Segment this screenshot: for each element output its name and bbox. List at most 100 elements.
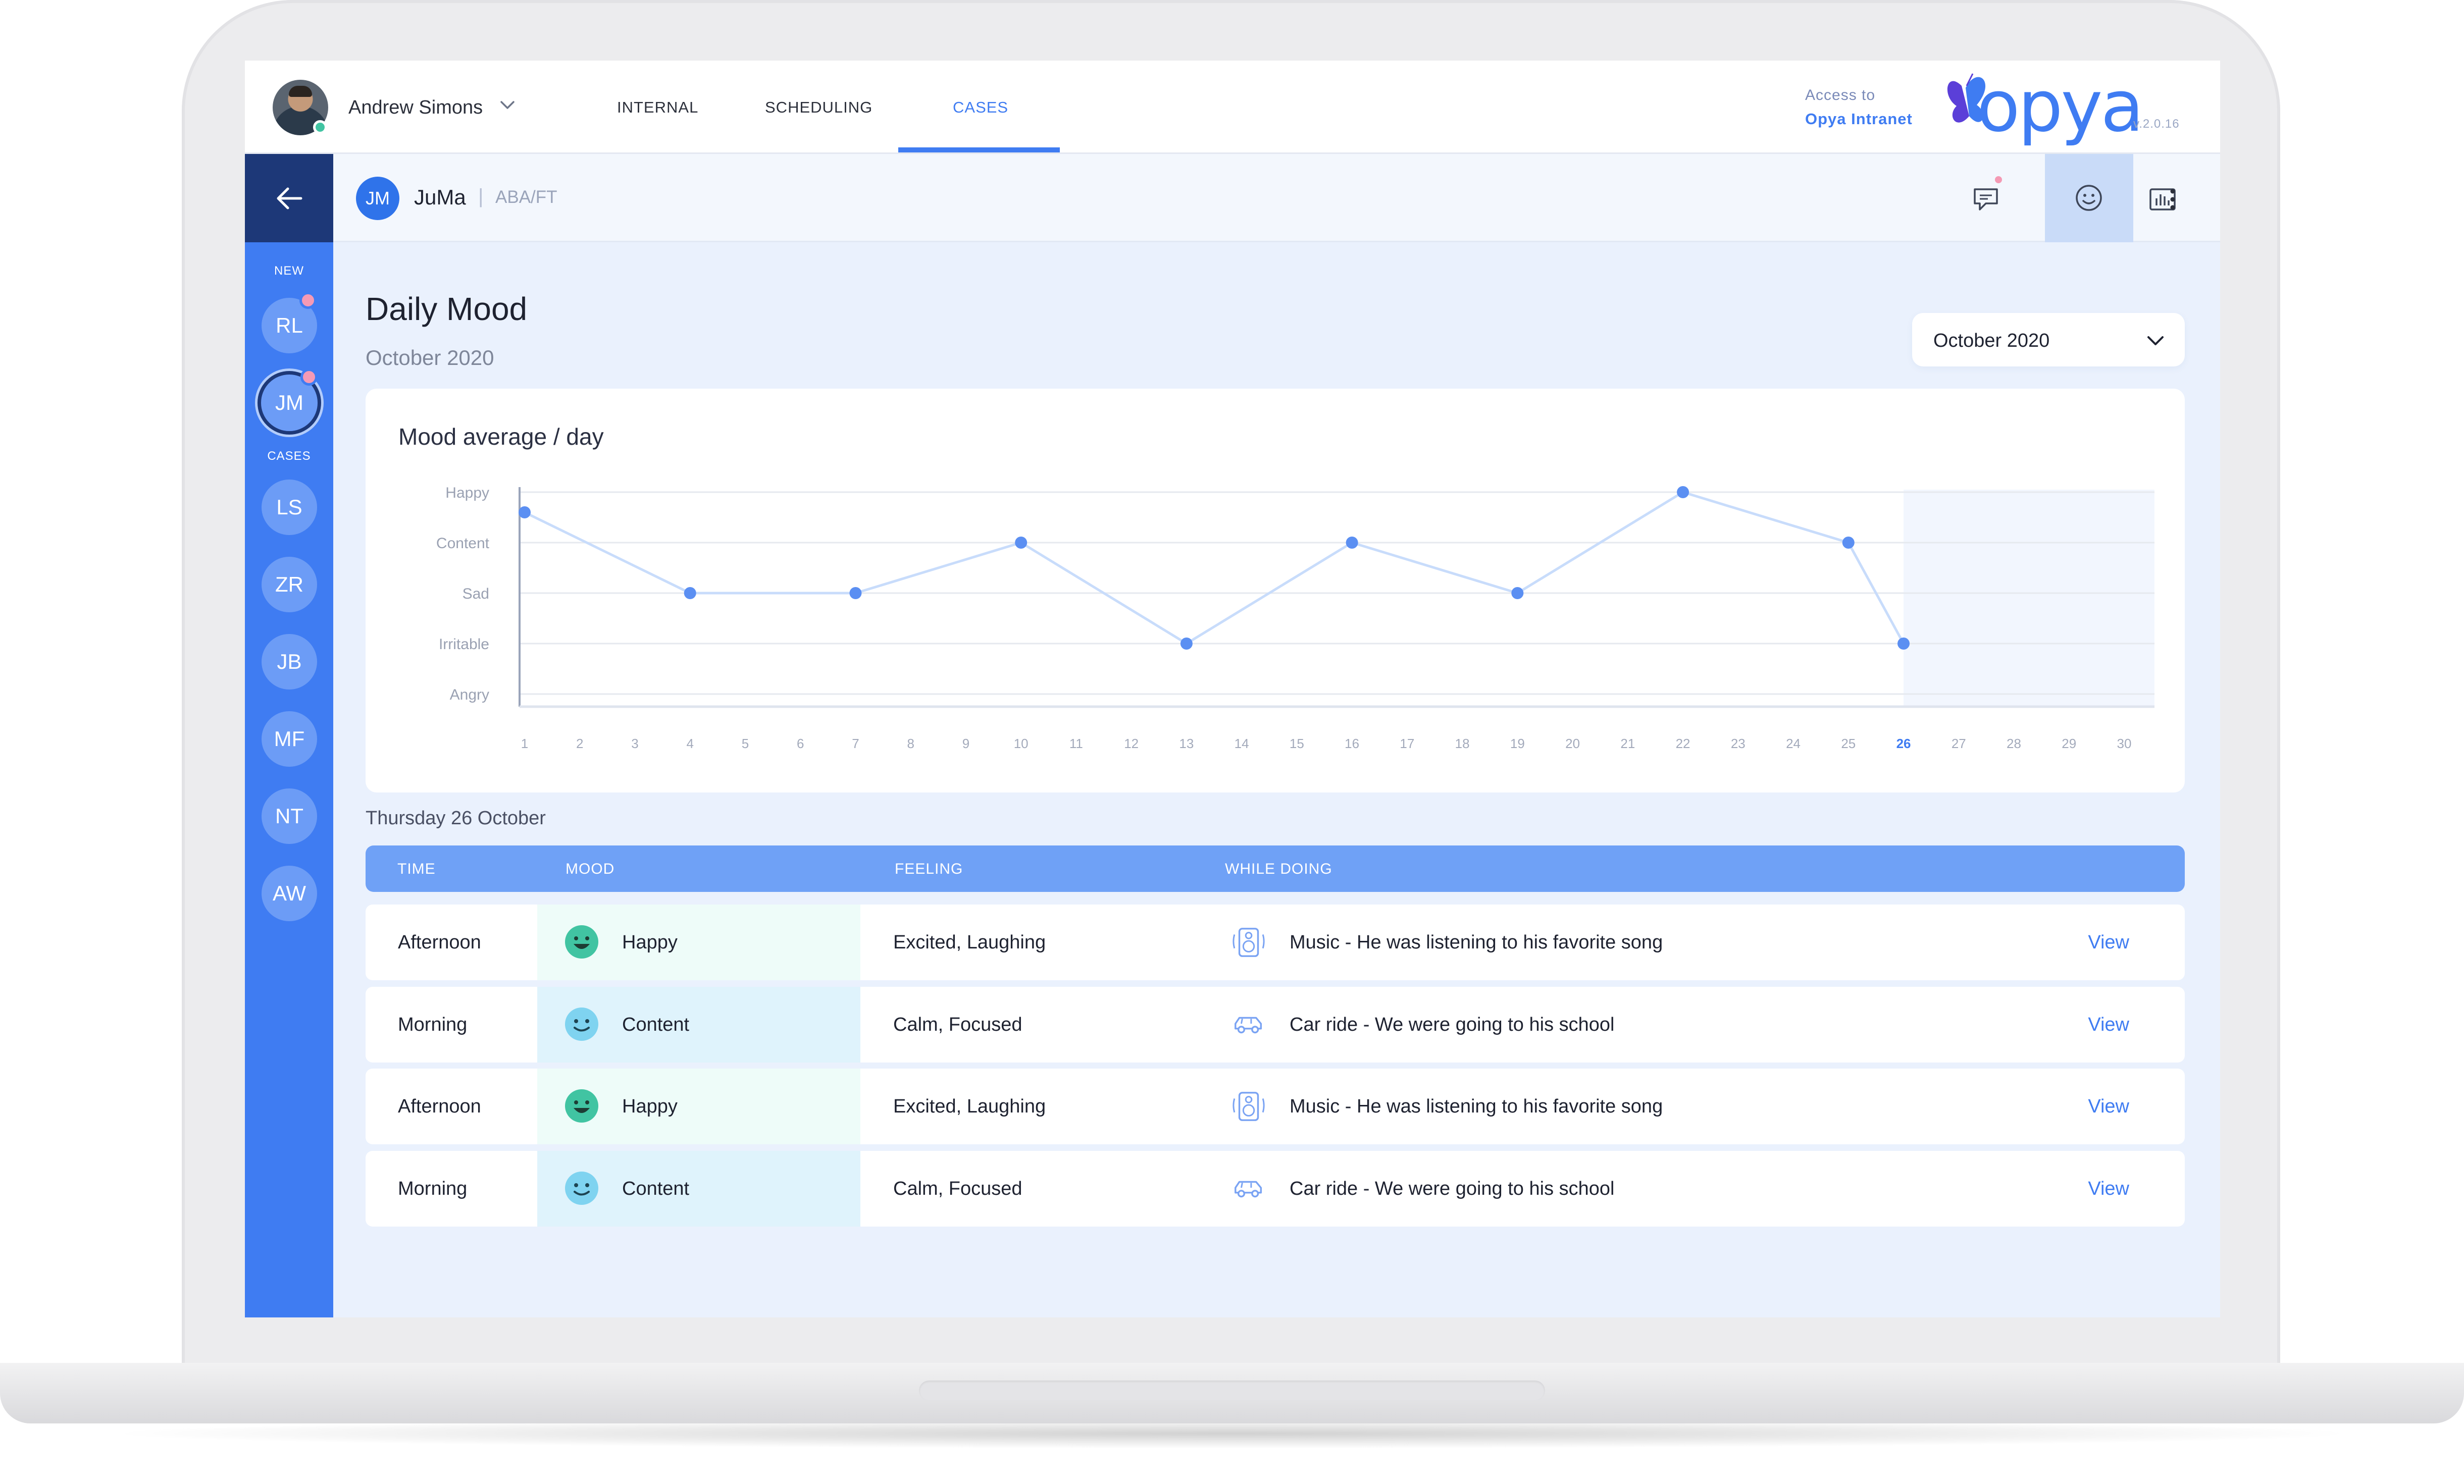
x-tick-label: 20 [1565, 736, 1580, 751]
y-tick-label: Irritable [439, 636, 489, 653]
app-version: v.2.0.16 [2133, 117, 2180, 131]
intranet-link[interactable]: Opya Intranet [1805, 110, 1913, 128]
x-tick-label: 3 [631, 736, 638, 751]
tab-internal[interactable]: INTERNAL [617, 98, 698, 117]
x-tick-label: 10 [1014, 736, 1029, 751]
row-mood: Content [622, 1014, 690, 1035]
car-icon [1235, 1017, 1262, 1034]
row-time: Afternoon [398, 932, 481, 953]
tab-cases[interactable]: CASES [953, 98, 1008, 117]
y-tick-label: Sad [463, 586, 489, 602]
more-icon [2170, 189, 2175, 210]
view-link[interactable]: View [2088, 1096, 2129, 1118]
sidebar-item-mf[interactable]: MF [262, 711, 317, 767]
page-title: Daily Mood [366, 291, 528, 327]
smiley-icon [2076, 185, 2102, 211]
view-link[interactable]: View [2088, 932, 2129, 953]
mood-point[interactable] [1897, 638, 1910, 650]
x-tick-label: 13 [1179, 736, 1194, 751]
smiley-button[interactable] [2045, 154, 2133, 242]
mood-point[interactable] [1346, 537, 1358, 549]
mood-point[interactable] [849, 587, 862, 599]
active-tab-indicator [898, 147, 1060, 152]
mood-line [524, 491, 1905, 645]
mood-point[interactable] [1511, 587, 1524, 599]
row-feeling: Excited, Laughing [893, 1096, 1046, 1117]
mood-point[interactable] [1180, 638, 1193, 650]
chat-notification-dot [1993, 174, 2004, 185]
mood-point[interactable] [1842, 537, 1855, 549]
x-tick-label: 4 [686, 736, 693, 751]
selected-day-label: Thursday 26 October [366, 808, 546, 829]
month-select-value: October 2020 [1933, 330, 2050, 351]
mood-point[interactable] [1677, 486, 1689, 498]
column-time: TIME [397, 861, 436, 877]
cases-sidebar: NEW RL JM CASES LS ZR JB MF NT AW [245, 242, 333, 1317]
user-name[interactable]: Andrew Simons [348, 97, 483, 119]
table-row: Morning Content Calm, Focused Car ride - We… [366, 1151, 2185, 1227]
sidebar-item-jb[interactable]: JB [262, 634, 317, 690]
x-tick-label: 24 [1786, 736, 1801, 751]
sidebar-item-ls[interactable]: LS [262, 480, 317, 535]
row-time: Morning [398, 1014, 468, 1035]
arrow-left-icon [277, 187, 302, 209]
view-link[interactable]: View [2088, 1014, 2129, 1036]
x-tick-label: 21 [1620, 736, 1635, 751]
happy-face-icon [565, 925, 598, 959]
row-mood: Content [622, 1178, 690, 1199]
row-time: Afternoon [398, 1096, 481, 1117]
content-face-icon [565, 1008, 598, 1041]
x-tick-label: 12 [1124, 736, 1139, 751]
x-tick-label: 28 [2007, 736, 2021, 751]
x-tick-label: 15 [1290, 736, 1304, 751]
x-tick-label: 22 [1676, 736, 1690, 751]
x-tick-label: 30 [2117, 736, 2132, 751]
table-row: Morning Content Calm, Focused Car ride - We… [366, 987, 2185, 1063]
car-icon [1235, 1181, 1262, 1198]
x-tick-label: 5 [742, 736, 749, 751]
top-header: Andrew Simons INTERNAL SCHEDULING CASES … [245, 61, 2220, 154]
y-tick-label: Content [436, 535, 490, 552]
view-link[interactable]: View [2088, 1178, 2129, 1200]
speaker-icon [1233, 928, 1265, 957]
mood-point[interactable] [1015, 537, 1028, 549]
column-while-doing: WHILE DOING [1225, 861, 1332, 877]
jm-notification-dot [300, 368, 318, 386]
table-row: Afternoon Happy Excited, Laughing Music - H… [366, 905, 2185, 980]
tab-scheduling[interactable]: SCHEDULING [765, 98, 872, 117]
x-tick-label: 11 [1069, 736, 1083, 751]
sidebar-item-aw[interactable]: AW [262, 866, 317, 921]
case-avatar: JM [356, 177, 399, 220]
back-button[interactable] [245, 154, 333, 242]
row-mood: Happy [622, 1096, 678, 1117]
mood-line-chart: AngryIrritableSadContentHappy1 2 3 4 5 6 7 8 9 10… [436, 485, 2154, 751]
x-tick-label: 27 [1952, 736, 1966, 751]
column-mood: MOOD [566, 861, 615, 877]
x-tick-label: 17 [1400, 736, 1414, 751]
chevron-down-icon [2147, 336, 2164, 345]
mood-point[interactable] [684, 587, 696, 599]
app-screen: Andrew Simons INTERNAL SCHEDULING CASES … [245, 61, 2220, 1317]
rl-notification-dot [299, 292, 317, 309]
case-name: JuMa [414, 185, 466, 209]
chevron-down-icon[interactable] [497, 95, 518, 115]
row-feeling: Excited, Laughing [893, 932, 1046, 953]
x-tick-label: 6 [797, 736, 804, 751]
x-tick-label: 9 [962, 736, 969, 751]
x-tick-label: 8 [907, 736, 914, 751]
row-time: Morning [398, 1178, 468, 1199]
table-row: Afternoon Happy Excited, Laughing Music - H… [366, 1069, 2185, 1144]
x-tick-label: 18 [1455, 736, 1470, 751]
row-feeling: Calm, Focused [893, 1178, 1022, 1199]
speaker-icon [1233, 1092, 1265, 1121]
row-while-doing: Music - He was listening to his favorite… [1290, 932, 1663, 953]
sidebar-item-zr[interactable]: ZR [262, 557, 317, 612]
chat-button[interactable] [1967, 179, 2007, 220]
sidebar-item-nt[interactable]: NT [262, 788, 317, 844]
mood-point[interactable] [519, 506, 531, 518]
x-tick-label: 14 [1235, 736, 1249, 751]
more-options-button[interactable] [2158, 179, 2188, 220]
x-tick-label: 29 [2062, 736, 2076, 751]
month-select[interactable]: October 2020 [1912, 313, 2185, 366]
mood-table-header: TIME MOOD FEELING WHILE DOING [366, 845, 2185, 892]
